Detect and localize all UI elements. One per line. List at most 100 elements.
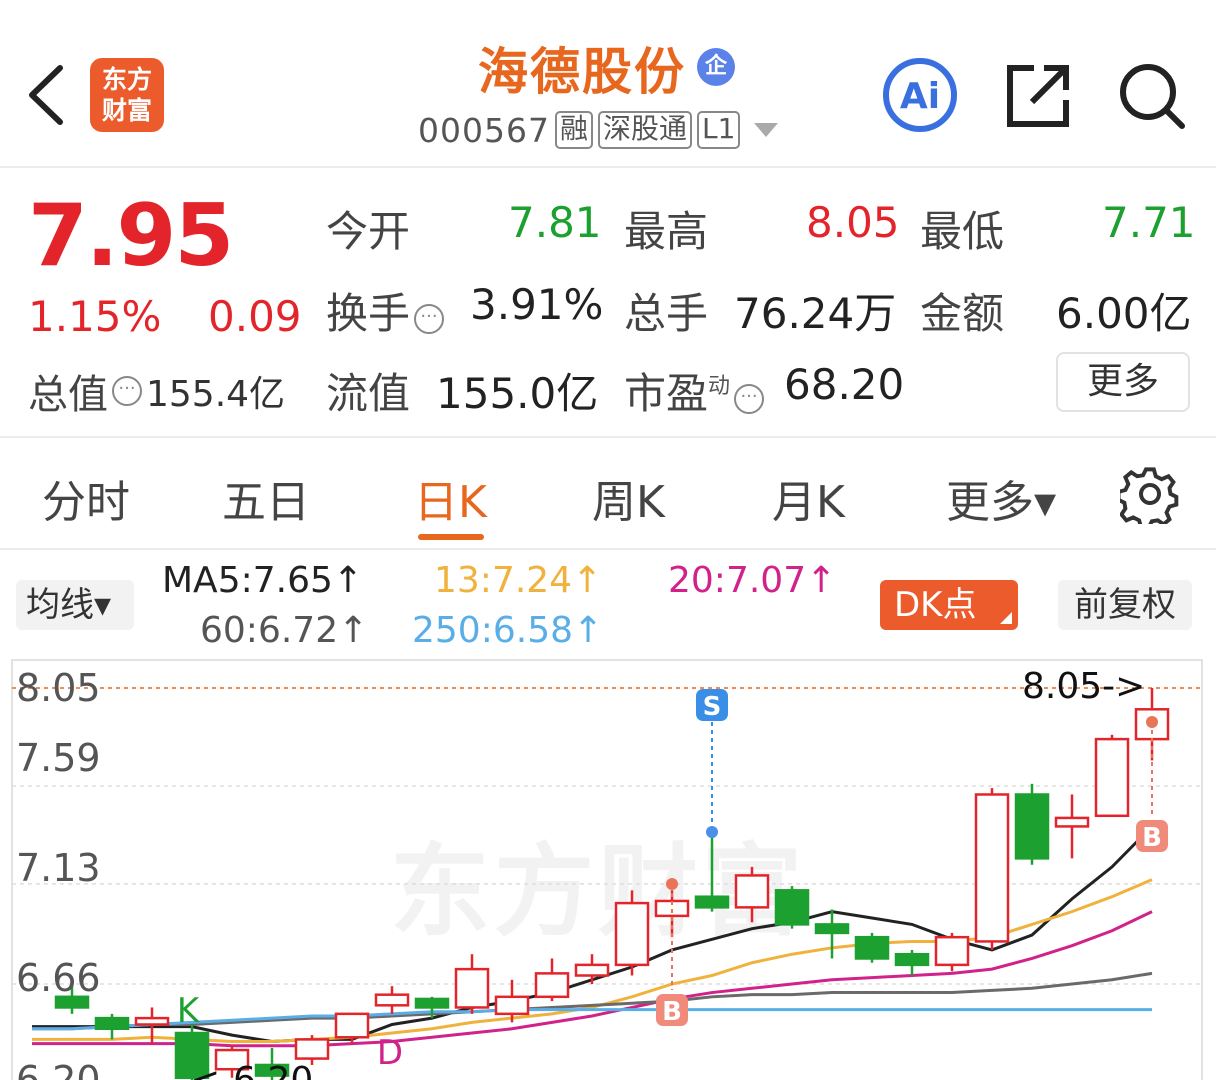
svg-text:B: B bbox=[662, 997, 682, 1027]
candle[interactable] bbox=[574, 954, 610, 985]
buy-signal-badge[interactable]: B bbox=[656, 994, 688, 1027]
y-label-1: 8.05 bbox=[16, 666, 101, 710]
gear-icon[interactable] bbox=[1120, 464, 1180, 524]
current-price: 7.95 bbox=[28, 186, 234, 286]
candle[interactable] bbox=[454, 954, 490, 1014]
svg-text:B: B bbox=[1142, 823, 1162, 853]
candle[interactable] bbox=[974, 788, 1010, 950]
turnover-item: 换手 ··· bbox=[326, 280, 445, 341]
ai-label: Ai bbox=[900, 76, 940, 117]
signal-dot bbox=[1146, 716, 1158, 728]
candle[interactable] bbox=[654, 890, 690, 938]
volume-label: 总手 bbox=[624, 289, 709, 338]
app-logo[interactable]: 东方 财富 bbox=[90, 58, 164, 132]
total-market-value: 总值 ··· 155.4亿 bbox=[28, 362, 285, 420]
ma-selector[interactable]: 均线▾ bbox=[16, 580, 134, 630]
high-label: 最高 bbox=[624, 207, 709, 256]
info-icon[interactable]: ··· bbox=[112, 376, 142, 406]
info-icon[interactable]: ··· bbox=[734, 384, 765, 414]
change-percent: 1.15% bbox=[28, 292, 162, 341]
period-tabs: 分时 五日 日K 周K 月K 更多▾ bbox=[0, 438, 1216, 550]
dk-point-button[interactable]: DK点 bbox=[880, 580, 1018, 630]
buy-signal-badge[interactable]: B bbox=[1136, 820, 1168, 853]
stock-code: 000567 bbox=[418, 110, 550, 150]
total-value-label: 总值 bbox=[28, 372, 108, 418]
share-icon[interactable] bbox=[1004, 60, 1074, 130]
open-label: 今开 bbox=[326, 207, 411, 256]
kline-svg: S B B K D bbox=[11, 659, 1203, 1080]
k-signal-label: K bbox=[177, 991, 201, 1031]
margin-tag: 融 bbox=[554, 111, 593, 149]
turnover-value: 3.91% bbox=[470, 280, 604, 329]
active-tab-indicator bbox=[418, 534, 484, 540]
candle[interactable] bbox=[734, 866, 770, 923]
change-amount: 0.09 bbox=[208, 292, 302, 341]
corner-icon bbox=[1000, 612, 1012, 624]
candle[interactable] bbox=[1014, 783, 1050, 865]
tab-more[interactable]: 更多▾ bbox=[946, 466, 1056, 530]
pe-label: 市盈 bbox=[624, 369, 709, 418]
dk-label: DK点 bbox=[894, 585, 977, 625]
forward-adjust-button[interactable]: 前复权 bbox=[1058, 580, 1192, 630]
amount-label: 金额 bbox=[920, 289, 1005, 338]
stock-code-row[interactable]: 000567 融 深股通 L1 bbox=[418, 108, 779, 152]
more-stats-button[interactable]: 更多 bbox=[1056, 352, 1190, 412]
candle[interactable] bbox=[894, 949, 930, 976]
info-icon[interactable]: ··· bbox=[414, 304, 445, 334]
pe-value: 68.20 bbox=[784, 360, 905, 409]
kline-chart[interactable]: 东方财富 SBBKD 8.05 7.59 7.13 6.66 6.20 8.05… bbox=[0, 650, 1216, 1080]
low-label: 最低 bbox=[920, 207, 1005, 256]
logo-line2: 财富 bbox=[101, 96, 152, 125]
signal-dot bbox=[706, 826, 718, 838]
ma13-value: 13:7.24↑ bbox=[434, 560, 603, 601]
signal-dot bbox=[666, 878, 678, 890]
ma-line-250 bbox=[32, 1008, 1152, 1031]
candle[interactable] bbox=[94, 1013, 130, 1040]
low-value: 7.71 bbox=[1102, 198, 1196, 247]
candle[interactable] bbox=[374, 986, 410, 1014]
candle[interactable] bbox=[934, 932, 970, 972]
y-label-3: 7.13 bbox=[16, 846, 101, 890]
sell-signal-badge[interactable]: S bbox=[696, 689, 728, 722]
low-marker: <-6.20 bbox=[190, 1060, 313, 1080]
y-label-4: 6.66 bbox=[16, 956, 101, 1000]
float-value: 155.0亿 bbox=[436, 369, 599, 418]
candle[interactable] bbox=[694, 834, 730, 912]
tab-five-day[interactable]: 五日 bbox=[222, 466, 310, 530]
open-value: 7.81 bbox=[508, 198, 602, 247]
float-label: 流值 bbox=[326, 369, 411, 418]
candle[interactable] bbox=[774, 886, 810, 929]
shenzhen-connect-tag: 深股通 bbox=[598, 111, 693, 149]
volume-value: 76.24万 bbox=[734, 289, 897, 338]
tab-monthly-k[interactable]: 月K bbox=[772, 466, 845, 530]
candle[interactable] bbox=[854, 932, 890, 963]
candle[interactable] bbox=[614, 890, 650, 976]
level1-tag: L1 bbox=[697, 111, 741, 149]
svg-text:S: S bbox=[703, 692, 722, 722]
high-value: 8.05 bbox=[806, 198, 900, 247]
back-arrow-icon[interactable] bbox=[22, 60, 72, 130]
high-marker: 8.05-> bbox=[1022, 666, 1146, 707]
stock-name: 海德股份 bbox=[478, 43, 686, 101]
ma60-value: 60:6.72↑ bbox=[200, 610, 369, 651]
logo-line1: 东方 bbox=[101, 65, 152, 94]
pe-item: 市盈动 ··· bbox=[624, 360, 765, 421]
header: 东方 财富 海德股份 企 000567 融 深股通 L1 Ai bbox=[0, 0, 1216, 168]
turnover-label: 换手 bbox=[326, 289, 411, 338]
ai-assistant-icon[interactable]: Ai bbox=[880, 56, 960, 134]
ma5-value: MA5:7.65↑ bbox=[162, 560, 364, 601]
d-signal-label: D bbox=[377, 1033, 403, 1073]
dropdown-icon[interactable] bbox=[754, 123, 779, 137]
pe-dynamic-sup: 动 bbox=[708, 374, 731, 399]
tab-daily-k[interactable]: 日K bbox=[414, 466, 487, 530]
ma20-value: 20:7.07↑ bbox=[668, 560, 837, 601]
candle[interactable] bbox=[1094, 734, 1130, 818]
ma250-value: 250:6.58↑ bbox=[412, 610, 604, 651]
y-label-2: 7.59 bbox=[16, 736, 101, 780]
candle[interactable] bbox=[1054, 794, 1090, 859]
tab-weekly-k[interactable]: 周K bbox=[592, 466, 665, 530]
tab-intraday[interactable]: 分时 bbox=[42, 466, 130, 530]
candle[interactable] bbox=[534, 958, 570, 1002]
search-icon[interactable] bbox=[1116, 60, 1188, 132]
y-label-5: 6.20 bbox=[16, 1058, 101, 1080]
